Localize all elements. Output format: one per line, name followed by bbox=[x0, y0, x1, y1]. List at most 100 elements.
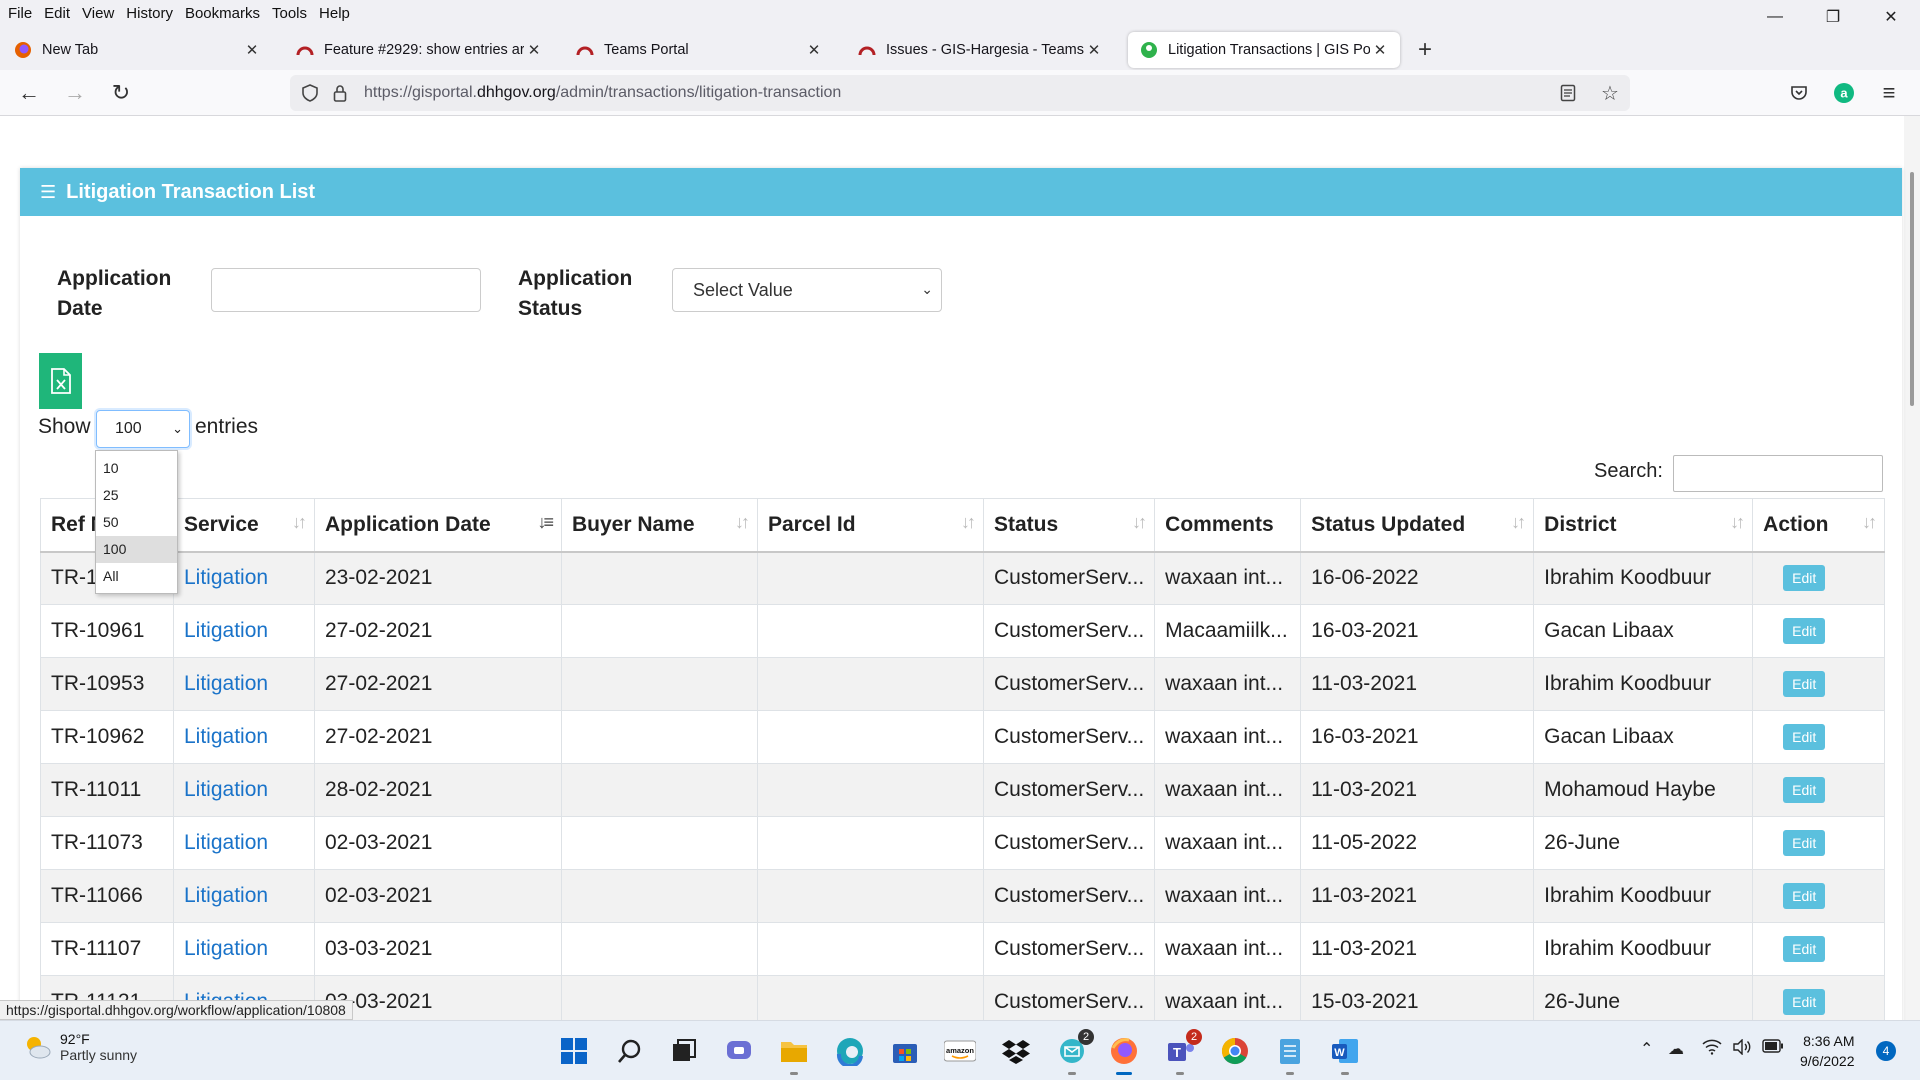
column-district[interactable]: District ↓↑ bbox=[1533, 498, 1754, 553]
excel-export-button[interactable] bbox=[39, 353, 82, 409]
entries-option-10[interactable]: 10 bbox=[96, 455, 177, 482]
edit-button[interactable]: Edit bbox=[1783, 777, 1826, 803]
service-link[interactable]: Litigation bbox=[184, 937, 268, 960]
menu-file[interactable]: File bbox=[0, 5, 38, 22]
close-icon[interactable]: ✕ bbox=[242, 41, 262, 59]
word-icon[interactable]: W bbox=[1329, 1035, 1361, 1075]
service-link[interactable]: Litigation bbox=[184, 619, 268, 642]
tab-teams-portal[interactable]: Teams Portal ✕ bbox=[564, 32, 834, 68]
column-status-updated[interactable]: Status Updated ↓↑ bbox=[1300, 498, 1535, 553]
service-link[interactable]: Litigation bbox=[184, 778, 268, 801]
close-icon[interactable]: ✕ bbox=[804, 41, 824, 59]
tab-feature[interactable]: Feature #2929: show entries are ✕ bbox=[284, 32, 554, 68]
notification-badge[interactable]: 4 bbox=[1876, 1041, 1896, 1061]
column-parcel-id[interactable]: Parcel Id ↓↑ bbox=[757, 498, 984, 553]
column-action[interactable]: Action ↓↑ bbox=[1752, 498, 1886, 553]
file-explorer-icon[interactable] bbox=[778, 1035, 810, 1075]
volume-icon[interactable] bbox=[1732, 1038, 1752, 1060]
tab-litigation[interactable]: Litigation Transactions | GIS Por ✕ bbox=[1128, 32, 1400, 68]
dropbox-icon[interactable] bbox=[1000, 1035, 1032, 1067]
edit-button[interactable]: Edit bbox=[1783, 883, 1826, 909]
shield-icon[interactable] bbox=[298, 81, 322, 105]
column-comments[interactable]: Comments bbox=[1154, 498, 1302, 553]
column-status[interactable]: Status ↓↑ bbox=[982, 498, 1156, 553]
weather-widget[interactable]: 92°F Partly sunny bbox=[22, 1031, 137, 1063]
url-text[interactable]: https://gisportal.dhhgov.org/admin/trans… bbox=[364, 84, 841, 102]
service-link[interactable]: Litigation bbox=[184, 884, 268, 907]
url-bar[interactable]: https://gisportal.dhhgov.org/admin/trans… bbox=[290, 75, 1630, 111]
menu-bookmarks[interactable]: Bookmarks bbox=[179, 5, 266, 22]
action-cell: Edit bbox=[1752, 869, 1886, 923]
tab-new-tab[interactable]: New Tab ✕ bbox=[2, 32, 272, 68]
lock-icon[interactable] bbox=[328, 81, 352, 105]
status-cell: CustomerServ... bbox=[982, 975, 1156, 1020]
entries-option-all[interactable]: All bbox=[96, 563, 177, 590]
reader-view-icon[interactable] bbox=[1556, 81, 1580, 105]
edit-button[interactable]: Edit bbox=[1783, 989, 1826, 1015]
search-icon[interactable] bbox=[614, 1035, 646, 1067]
application-status-select[interactable]: Select Value ⌄ bbox=[672, 268, 942, 312]
entries-length-select[interactable]: 100 ⌄ bbox=[96, 410, 190, 448]
pocket-icon[interactable] bbox=[1786, 80, 1812, 106]
entries-option-100[interactable]: 100 bbox=[96, 536, 177, 563]
edit-button[interactable]: Edit bbox=[1783, 565, 1826, 592]
close-icon[interactable]: ✕ bbox=[524, 41, 544, 59]
district-cell: 26-June bbox=[1533, 975, 1754, 1020]
hamburger-menu-icon[interactable]: ≡ bbox=[1876, 80, 1902, 106]
tab-issues[interactable]: Issues - GIS-Hargesia - Teams P ✕ bbox=[846, 32, 1114, 68]
menu-edit[interactable]: Edit bbox=[38, 5, 76, 22]
close-icon[interactable]: ✕ bbox=[1084, 41, 1104, 59]
transactions-table: Ref No Service ↓↑ Application Date ↓≡ Buye… bbox=[40, 498, 1886, 1020]
chrome-icon[interactable] bbox=[1219, 1035, 1251, 1067]
tab-title: Issues - GIS-Hargesia - Teams P bbox=[886, 42, 1084, 58]
start-icon[interactable] bbox=[558, 1035, 590, 1067]
service-link[interactable]: Litigation bbox=[184, 566, 268, 589]
battery-icon[interactable] bbox=[1762, 1039, 1784, 1058]
microsoft-store-icon[interactable] bbox=[889, 1035, 921, 1067]
search-input[interactable] bbox=[1673, 455, 1883, 492]
teams-icon[interactable]: T 2 bbox=[1164, 1029, 1202, 1075]
district-cell: Mohamoud Haybe bbox=[1533, 763, 1754, 817]
menu-view[interactable]: View bbox=[76, 5, 120, 22]
edge-icon[interactable] bbox=[834, 1035, 866, 1067]
edit-button[interactable]: Edit bbox=[1783, 830, 1826, 856]
scrollbar-thumb[interactable] bbox=[1910, 172, 1914, 406]
wifi-icon[interactable] bbox=[1702, 1039, 1722, 1060]
reload-icon[interactable]: ↻ bbox=[108, 80, 134, 106]
service-link[interactable]: Litigation bbox=[184, 725, 268, 748]
entries-option-25[interactable]: 25 bbox=[96, 482, 177, 509]
entries-option-50[interactable]: 50 bbox=[96, 509, 177, 536]
application-date-input[interactable] bbox=[211, 268, 481, 312]
mail-icon[interactable]: 2 bbox=[1056, 1029, 1094, 1075]
account-avatar-icon[interactable]: a bbox=[1831, 80, 1857, 106]
forward-icon[interactable]: → bbox=[62, 80, 88, 106]
page-scrollbar[interactable] bbox=[1904, 116, 1920, 1020]
tab-title: New Tab bbox=[42, 42, 99, 58]
back-icon[interactable]: ← bbox=[16, 80, 42, 106]
teams-chat-icon[interactable] bbox=[723, 1035, 755, 1067]
edit-button[interactable]: Edit bbox=[1783, 724, 1826, 750]
edit-button[interactable]: Edit bbox=[1783, 936, 1826, 962]
bookmark-star-icon[interactable]: ☆ bbox=[1598, 81, 1622, 105]
service-link: Litigation bbox=[173, 869, 315, 923]
firefox-taskbar-icon[interactable] bbox=[1108, 1035, 1140, 1075]
menu-help[interactable]: Help bbox=[313, 5, 356, 22]
system-clock[interactable]: 8:36 AM 9/6/2022 bbox=[1800, 1031, 1855, 1071]
page-content: ☰ Litigation Transaction List Applicatio… bbox=[0, 116, 1920, 1020]
edit-button[interactable]: Edit bbox=[1783, 671, 1826, 697]
menu-history[interactable]: History bbox=[120, 5, 179, 22]
close-icon[interactable]: ✕ bbox=[1370, 41, 1390, 59]
column-application-date[interactable]: Application Date ↓≡ bbox=[314, 498, 562, 553]
service-link[interactable]: Litigation bbox=[184, 672, 268, 695]
onedrive-icon[interactable]: ☁ bbox=[1668, 1039, 1684, 1059]
new-tab-icon[interactable]: + bbox=[1418, 38, 1432, 62]
amazon-icon[interactable]: amazon bbox=[944, 1035, 976, 1067]
chevron-up-icon[interactable]: ⌃ bbox=[1640, 1039, 1653, 1059]
notepad-icon[interactable] bbox=[1274, 1035, 1306, 1075]
column-service[interactable]: Service ↓↑ bbox=[173, 498, 315, 553]
menu-tools[interactable]: Tools bbox=[266, 5, 313, 22]
service-link[interactable]: Litigation bbox=[184, 831, 268, 854]
edit-button[interactable]: Edit bbox=[1783, 618, 1826, 644]
column-buyer-name[interactable]: Buyer Name ↓↑ bbox=[561, 498, 758, 553]
task-view-icon[interactable] bbox=[668, 1035, 700, 1067]
